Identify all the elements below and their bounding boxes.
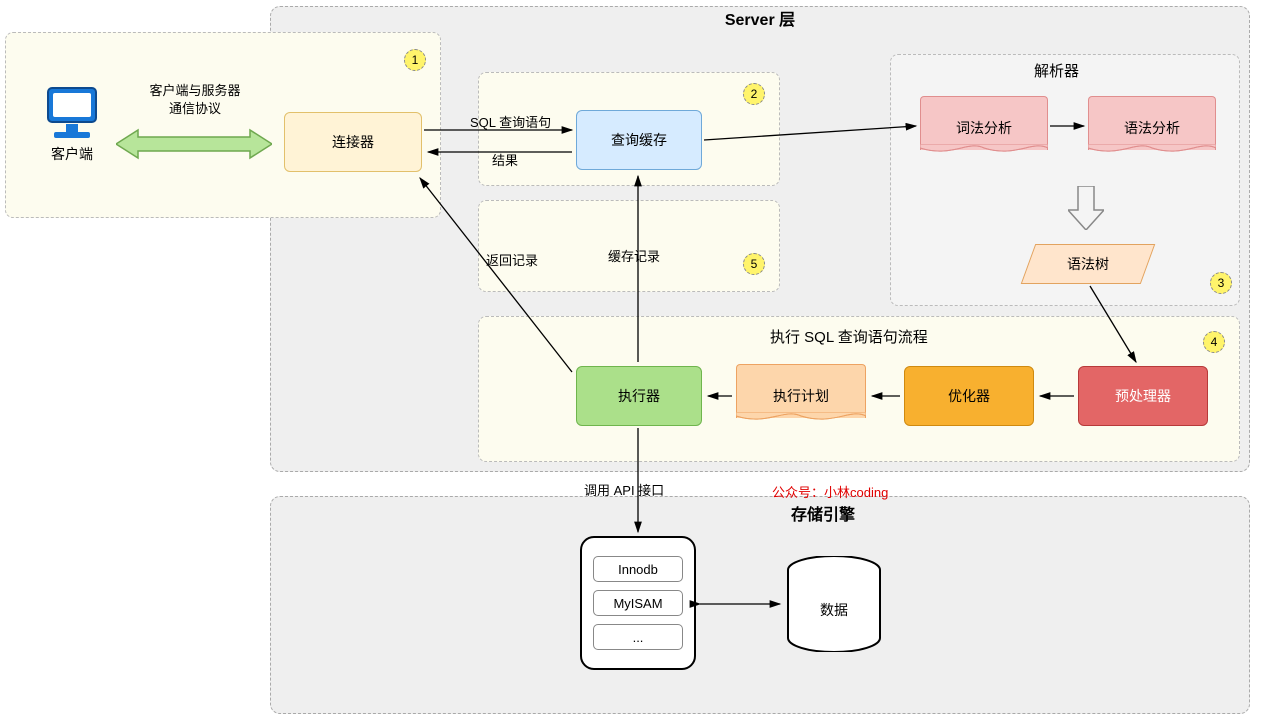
- parser-title: 解析器: [1034, 60, 1079, 81]
- badge-3: 3: [1210, 272, 1232, 294]
- syntax-label: 语法分析: [1088, 118, 1216, 138]
- engine-list: Innodb MyISAM ...: [580, 536, 696, 670]
- exec-flow-title: 执行 SQL 查询语句流程: [770, 326, 928, 347]
- watermark-label: 公众号：小林coding: [772, 482, 888, 501]
- syntax-node: 语法分析: [1088, 96, 1216, 160]
- connector-label: 连接器: [332, 132, 374, 152]
- lexer-node: 词法分析: [920, 96, 1048, 160]
- badge-4: 4: [1203, 331, 1225, 353]
- optimizer-label: 优化器: [948, 386, 990, 406]
- badge-5: 5: [743, 253, 765, 275]
- server-layer-title: Server 层: [725, 6, 795, 30]
- parser-down-arrow: [1068, 186, 1104, 233]
- api-call-label: 调用 API 接口: [584, 480, 664, 499]
- cache-record-label: 缓存记录: [608, 246, 660, 265]
- executor-node: 执行器: [576, 366, 702, 426]
- return-record-label: 返回记录: [486, 250, 538, 269]
- preprocessor-node: 预处理器: [1078, 366, 1208, 426]
- lexer-label: 词法分析: [920, 118, 1048, 138]
- syntax-tree-node: 语法树: [1028, 244, 1148, 284]
- query-cache-node: 查询缓存: [576, 110, 702, 170]
- database-label: 数据: [820, 600, 848, 620]
- client-label: 客户端: [51, 144, 93, 164]
- preprocessor-label: 预处理器: [1115, 386, 1171, 406]
- badge-1: 1: [404, 49, 426, 71]
- exec-plan-label: 执行计划: [736, 386, 866, 406]
- badge-2: 2: [743, 83, 765, 105]
- engine-innodb: Innodb: [593, 556, 683, 582]
- optimizer-node: 优化器: [904, 366, 1034, 426]
- query-cache-label: 查询缓存: [611, 130, 667, 150]
- storage-layer: 存储引擎: [270, 496, 1250, 714]
- comm-protocol-label: 客户端与服务器 通信协议: [120, 82, 270, 118]
- sql-stmt-label: SQL 查询语句: [470, 112, 551, 131]
- client-server-arrow: [116, 128, 272, 163]
- result-label: 结果: [492, 150, 518, 169]
- executor-label: 执行器: [618, 386, 660, 406]
- engine-more: ...: [593, 624, 683, 650]
- syntax-tree-label: 语法树: [1067, 254, 1109, 274]
- connector-node: 连接器: [284, 112, 422, 172]
- client-icon: 客户端: [44, 86, 100, 164]
- storage-layer-title: 存储引擎: [791, 501, 855, 525]
- engine-myisam: MyISAM: [593, 590, 683, 616]
- database-cylinder: 数据: [784, 556, 884, 652]
- exec-plan-node: 执行计划: [736, 364, 866, 428]
